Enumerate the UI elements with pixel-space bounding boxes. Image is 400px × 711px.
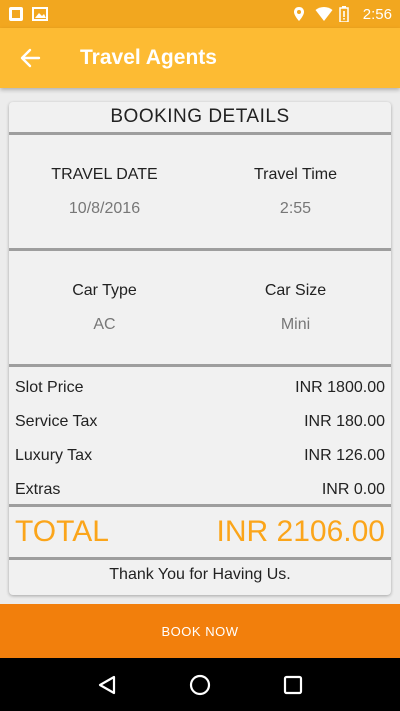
price-breakdown: Slot Price INR 1800.00 Service Tax INR 1…	[9, 367, 391, 504]
date-time-row: TRAVEL DATE 10/8/2016 Travel Time 2:55	[9, 135, 391, 248]
price-row-luxury-tax: Luxury Tax INR 126.00	[15, 439, 385, 473]
book-now-button[interactable]: BOOK NOW	[0, 604, 400, 658]
price-label: Extras	[15, 481, 61, 498]
travel-time-label: Travel Time	[254, 165, 337, 183]
nav-home-icon	[189, 674, 211, 695]
status-bar: 2:56	[0, 0, 400, 28]
car-type-value: AC	[93, 315, 116, 333]
price-value: INR 126.00	[304, 447, 385, 464]
nav-recents-icon	[284, 675, 303, 694]
status-time: 2:56	[362, 5, 392, 23]
travel-time-value: 2:55	[279, 199, 312, 217]
location-icon	[291, 6, 307, 22]
system-nav-bar	[0, 658, 400, 711]
booking-details-card: BOOKING DETAILS TRAVEL DATE 10/8/2016 Tr…	[9, 102, 391, 595]
car-size-label: Car Size	[264, 281, 327, 299]
nav-back-button[interactable]	[87, 665, 127, 705]
car-row: Car Type AC Car Size Mini	[9, 251, 391, 364]
image-icon	[32, 6, 48, 22]
notification-icon	[8, 6, 24, 22]
nav-recents-button[interactable]	[273, 665, 313, 705]
travel-date-label: TRAVEL DATE	[51, 165, 158, 183]
car-type-label: Car Type	[72, 281, 137, 299]
battery-icon	[339, 6, 355, 23]
back-button[interactable]	[0, 28, 60, 88]
car-size-value: Mini	[280, 315, 311, 333]
nav-home-button[interactable]	[180, 665, 220, 705]
booking-details-heading: BOOKING DETAILS	[110, 106, 290, 127]
price-value: INR 180.00	[304, 413, 385, 430]
price-label: Luxury Tax	[15, 447, 93, 464]
total-value: INR 2106.00	[216, 515, 385, 548]
price-row-extras: Extras INR 0.00	[15, 473, 385, 507]
travel-time-section: Travel Time 2:55	[200, 135, 391, 248]
total-row: TOTAL INR 2106.00	[9, 507, 391, 557]
nav-back-icon	[98, 675, 115, 694]
page-title: Travel Agents	[80, 46, 217, 69]
back-arrow-icon	[20, 48, 41, 68]
price-label: Slot Price	[15, 379, 84, 396]
travel-date-section: TRAVEL DATE 10/8/2016	[9, 135, 200, 248]
thank-you-message: Thank You for Having Us.	[109, 566, 291, 583]
price-row-slot: Slot Price INR 1800.00	[15, 371, 385, 405]
app-bar: Travel Agents	[0, 28, 400, 88]
price-value: INR 0.00	[321, 481, 385, 498]
wifi-icon	[315, 6, 333, 22]
travel-date-value: 10/8/2016	[68, 199, 141, 217]
car-size-section: Car Size Mini	[200, 251, 391, 364]
price-value: INR 1800.00	[295, 379, 385, 396]
car-type-section: Car Type AC	[9, 251, 200, 364]
price-row-service-tax: Service Tax INR 180.00	[15, 405, 385, 439]
total-label: TOTAL	[15, 515, 109, 548]
price-label: Service Tax	[15, 413, 98, 430]
